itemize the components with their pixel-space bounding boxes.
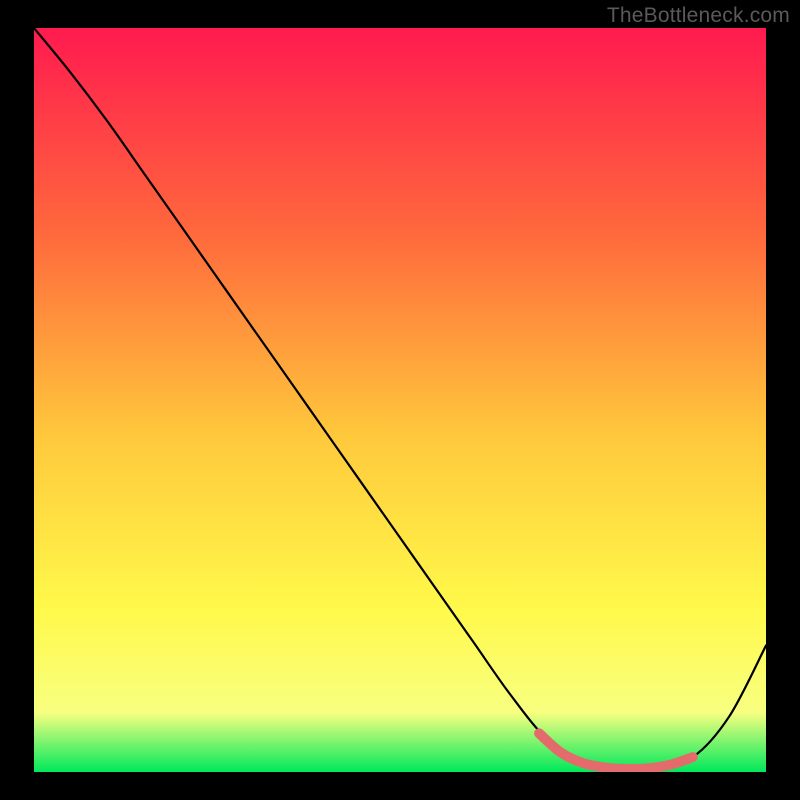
plot-area	[34, 28, 766, 772]
chart-stage: TheBottleneck.com	[0, 0, 800, 800]
gradient-background	[34, 28, 766, 772]
chart-svg	[34, 28, 766, 772]
watermark-text: TheBottleneck.com	[607, 4, 790, 28]
